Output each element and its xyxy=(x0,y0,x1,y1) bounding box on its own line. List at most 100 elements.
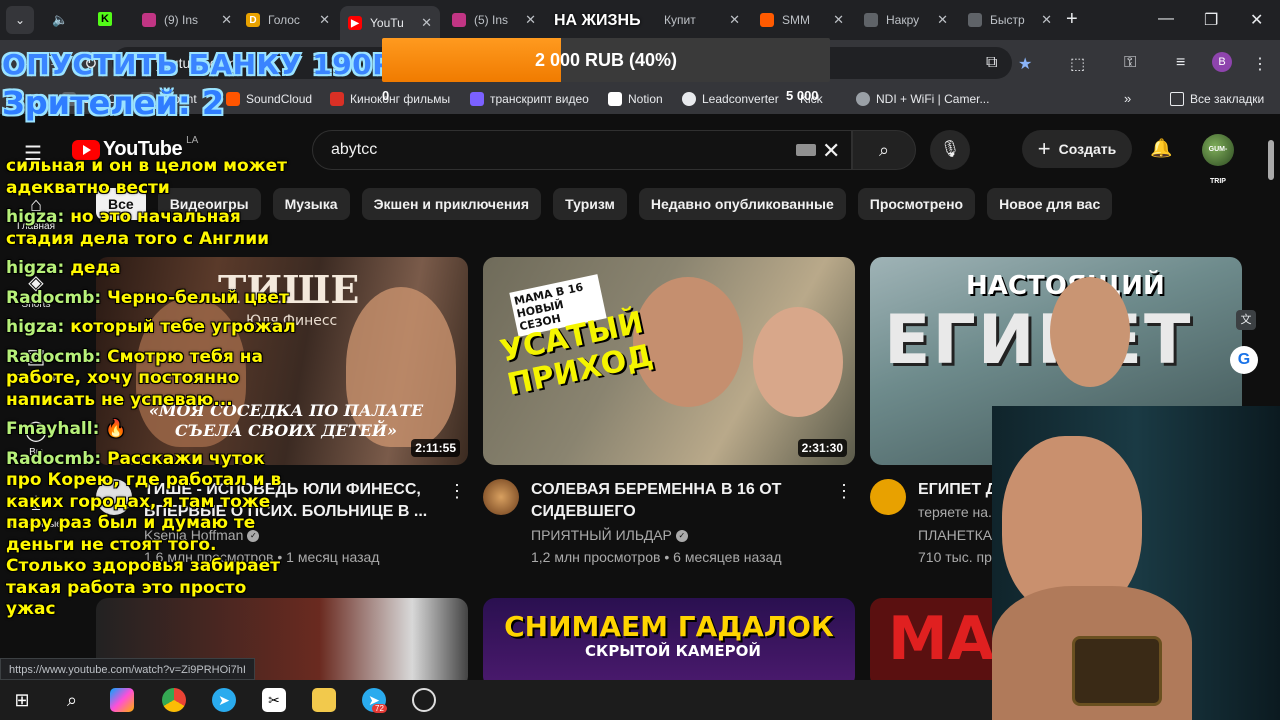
bookmark-item[interactable]: NDI + WiFi | Camer... xyxy=(856,92,989,106)
transcript-icon xyxy=(470,92,484,106)
profile-avatar[interactable]: B xyxy=(1212,52,1232,72)
chat-username: Radocmb: xyxy=(6,346,108,367)
translate-icon[interactable]: 文 xyxy=(1236,310,1256,330)
video-duration: 2:11:55 xyxy=(411,439,460,457)
chip-new[interactable]: Новое для вас xyxy=(987,188,1113,220)
microphone-icon: 🎙 xyxy=(939,141,961,158)
account-avatar[interactable]: GUM-TRIP xyxy=(1202,134,1234,185)
kick-tab-icon[interactable]: K xyxy=(98,12,112,26)
bookmark-item[interactable]: SoundCloud xyxy=(226,92,312,106)
video-thumbnail[interactable]: СНИМАЕМ ГАДАЛОК СКРЫТОЙ КАМЕРОЙ xyxy=(483,598,855,680)
notification-badge: 72 xyxy=(372,704,387,713)
bookmark-item[interactable]: Leadconverter xyxy=(682,92,779,106)
extensions-icon[interactable]: ⬚ xyxy=(1070,54,1085,74)
tab-youtube[interactable]: ▶ YouTu ✕ xyxy=(340,6,440,40)
telegram-icon[interactable]: ➤ xyxy=(212,688,236,712)
close-tab-icon[interactable]: ✕ xyxy=(319,12,330,28)
media-icon[interactable]: ≡ xyxy=(1176,54,1185,72)
tab-search-button[interactable]: ⌄ xyxy=(6,6,34,34)
chat-username: higza: xyxy=(6,258,71,278)
menu-icon[interactable]: ⋮ xyxy=(1252,54,1268,74)
tab-buy[interactable]: Купит ✕ xyxy=(656,6,748,34)
voice-search-button[interactable]: 🎙 xyxy=(930,130,970,170)
tab-instagram-1[interactable]: (9) Ins ✕ xyxy=(134,6,240,34)
more-options-icon[interactable]: ⋮ xyxy=(448,481,466,502)
copilot-icon[interactable] xyxy=(110,688,134,712)
voice-site-icon: D xyxy=(246,13,260,27)
star-icon[interactable]: ★ xyxy=(1018,54,1032,74)
close-tab-icon[interactable]: ✕ xyxy=(525,12,536,28)
minimize-icon[interactable]: — xyxy=(1158,10,1174,28)
windows-start-icon[interactable]: ⊞ xyxy=(10,688,34,712)
install-icon[interactable]: ⧉ xyxy=(986,54,997,72)
channel-avatar[interactable] xyxy=(483,479,519,515)
chat-message: Radocmb: Смотрю тебя на работе, хочу пос… xyxy=(6,347,296,412)
search-icon[interactable]: ⌕ xyxy=(60,688,84,712)
channel-avatar[interactable] xyxy=(870,479,906,515)
chip-tourism[interactable]: Туризм xyxy=(553,188,627,220)
chat-username: higza: xyxy=(6,317,71,337)
chat-message: Fmayhall: 🔥 xyxy=(6,419,296,441)
chat-username: Radocmb: xyxy=(6,448,108,469)
tab-instagram-2[interactable]: (5) Ins ✕ xyxy=(444,6,544,34)
video-title[interactable]: СОЛЕВАЯ БЕРЕМЕННА В 16 ОТ СИДЕВШЕГО xyxy=(531,479,831,523)
tab-smm[interactable]: SMM ✕ xyxy=(752,6,852,34)
new-tab-button[interactable]: + xyxy=(1066,8,1078,31)
chat-message: Radocmb: Расскажи чуток про Корею, где р… xyxy=(6,449,296,621)
link-status-url: https://www.youtube.com/watch?v=Zi9PRHOi… xyxy=(0,658,255,680)
plus-icon: + xyxy=(1037,136,1051,161)
close-tab-icon[interactable]: ✕ xyxy=(421,15,432,31)
more-bookmarks-icon[interactable]: » xyxy=(1124,91,1131,106)
close-tab-icon[interactable]: ✕ xyxy=(937,12,948,28)
chip-recent[interactable]: Недавно опубликованные xyxy=(638,188,846,220)
viewer-count: Зрителей: 2 xyxy=(2,84,225,122)
audio-icon[interactable]: 🔈 xyxy=(52,12,68,28)
assistant-icon[interactable]: G xyxy=(1230,346,1258,374)
search-button[interactable]: ⌕ xyxy=(852,130,916,170)
video-thumbnail[interactable]: МАМА В 16 НОВЫЙ СЕЗОН УСАТЫЙ ПРИХОД 2:31… xyxy=(483,257,855,465)
bookmark-item[interactable]: Notion xyxy=(608,92,663,106)
instagram-icon xyxy=(452,13,466,27)
video-meta: 1,2 млн просмотров • 6 месяцев назад xyxy=(531,549,782,565)
channel-name[interactable]: ПЛАНЕТКА xyxy=(918,527,992,543)
page-scrollbar[interactable] xyxy=(1268,140,1274,180)
folder-icon[interactable] xyxy=(312,688,336,712)
chat-text: 🔥 xyxy=(105,419,127,439)
chat-message: Radocmb: Черно-белый цвет xyxy=(6,288,296,310)
chip-watched[interactable]: Просмотрено xyxy=(857,188,976,220)
close-tab-icon[interactable]: ✕ xyxy=(221,12,232,28)
restore-icon[interactable]: ❐ xyxy=(1204,10,1218,30)
create-button[interactable]: + Создать xyxy=(1022,130,1132,168)
chip-action[interactable]: Экшен и приключения xyxy=(361,188,542,220)
close-window-icon[interactable]: ✕ xyxy=(1250,10,1263,30)
tab-voice[interactable]: D Голос ✕ xyxy=(238,6,338,34)
all-bookmarks[interactable]: Все закладки xyxy=(1170,92,1264,106)
keyboard-icon[interactable] xyxy=(796,144,816,156)
channel-name[interactable]: ПРИЯТНЫЙ ИЛЬДАР ✓ xyxy=(531,527,688,543)
clear-search-icon[interactable]: ✕ xyxy=(822,138,840,164)
tab-fast[interactable]: Быстр ✕ xyxy=(960,6,1060,34)
capcut-icon[interactable]: ✂ xyxy=(262,688,286,712)
more-options-icon[interactable]: ⋮ xyxy=(835,481,853,502)
notifications-bell-icon[interactable]: 🔔 xyxy=(1150,138,1172,159)
chrome-icon[interactable] xyxy=(162,688,186,712)
video-meta: 710 тыс. пр... xyxy=(918,549,1004,565)
chat-username: Radocmb: xyxy=(6,287,108,308)
key-icon[interactable]: ⚿ xyxy=(1124,54,1136,72)
close-tab-icon[interactable]: ✕ xyxy=(833,12,844,28)
close-tab-icon[interactable]: ✕ xyxy=(729,12,740,28)
bookmark-item[interactable]: транскрипт видео xyxy=(470,92,589,106)
youtube-icon: ▶ xyxy=(348,16,362,30)
bookmark-item[interactable]: Киноконг фильмы xyxy=(330,92,450,106)
tab-boost[interactable]: Накру ✕ xyxy=(856,6,956,34)
stream-chat: сильная и он в целом может адекватно вес… xyxy=(6,156,296,629)
close-tab-icon[interactable]: ✕ xyxy=(1041,12,1052,28)
notion-icon xyxy=(608,92,622,106)
screen: ⌄ 🔈 K (9) Ins ✕ D Голос ✕ ▶ YouTu ✕ (5) … xyxy=(0,0,1280,720)
donation-campaign-title: НА ЖИЗНЬ xyxy=(554,12,641,29)
chat-text: который тебе угрожал xyxy=(70,317,296,337)
obs-icon[interactable] xyxy=(412,688,436,712)
search-input[interactable]: abytcc xyxy=(312,130,852,170)
verified-icon: ✓ xyxy=(675,530,688,543)
video-duration: 2:31:30 xyxy=(797,439,847,457)
